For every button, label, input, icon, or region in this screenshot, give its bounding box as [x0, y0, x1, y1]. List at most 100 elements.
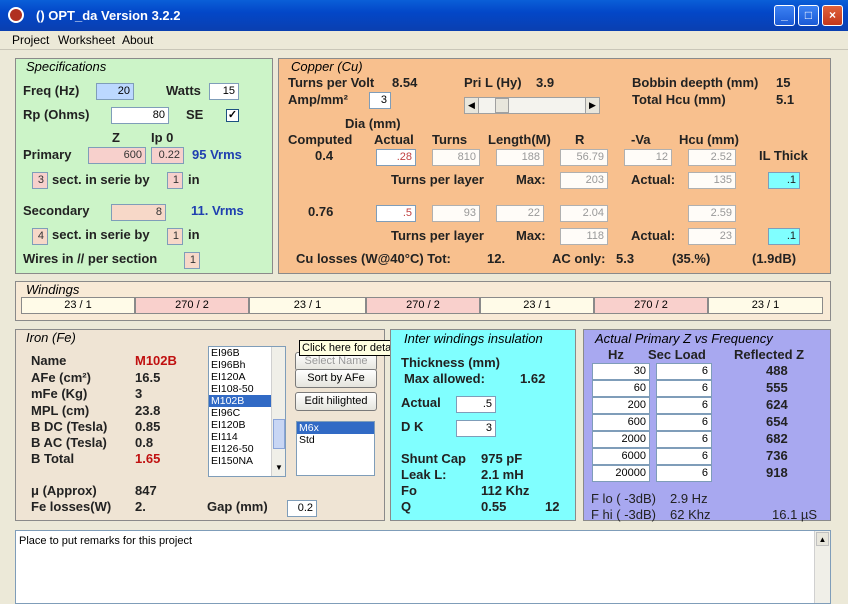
- dia-label: Dia (mm): [345, 116, 401, 131]
- insulation-actual-input[interactable]: .5: [456, 396, 496, 413]
- primary-tpl-label: Turns per layer: [391, 172, 484, 187]
- sec-load-input[interactable]: 6: [656, 380, 712, 397]
- mu-label: μ (Approx): [31, 483, 97, 498]
- bobbin-value: 15: [776, 75, 791, 90]
- secondary-act-field: 23: [688, 228, 736, 245]
- watts-input[interactable]: 15: [209, 83, 239, 100]
- chevron-down-icon[interactable]: ▼: [273, 462, 285, 474]
- sec-load-input[interactable]: 6: [656, 414, 712, 431]
- winding-cell[interactable]: 270 / 2: [135, 297, 249, 314]
- reflected-z-value: 624: [766, 397, 788, 412]
- primary-by-input[interactable]: 1: [167, 172, 183, 189]
- pri-l-slider[interactable]: ◀ ▶: [464, 97, 600, 114]
- close-button[interactable]: ×: [822, 5, 843, 26]
- bac-label: B AC (Tesla): [31, 435, 107, 450]
- primary-act-field: 135: [688, 172, 736, 189]
- remarks-textarea[interactable]: Place to put remarks for this project ▲: [15, 530, 831, 604]
- hz-input[interactable]: 600: [592, 414, 650, 431]
- panel-title: Copper (Cu): [291, 59, 363, 74]
- freq-input[interactable]: 20: [96, 83, 134, 100]
- actual-label: Actual: [401, 395, 441, 410]
- ip0-label: Ip 0: [151, 130, 174, 145]
- secondary-z-input[interactable]: 8: [111, 204, 166, 221]
- secondary-sections-input[interactable]: 4: [32, 228, 48, 245]
- pri-l-label: Pri L (Hy): [464, 75, 522, 90]
- se-checkbox[interactable]: ✓: [226, 109, 239, 122]
- primary-label: Primary: [23, 147, 72, 162]
- f-hi-label: F hi ( -3dB): [591, 507, 657, 522]
- primary-z-input[interactable]: 600: [88, 147, 146, 164]
- edit-highlighted-button[interactable]: Edit hilighted: [295, 392, 377, 411]
- q-label: Q: [401, 499, 412, 514]
- primary-il-input[interactable]: .1: [768, 172, 800, 189]
- menu-about[interactable]: About: [122, 33, 153, 47]
- secondary-label: Secondary: [23, 203, 90, 218]
- menu-worksheet[interactable]: Worksheet: [58, 33, 115, 47]
- scroll-thumb[interactable]: [273, 419, 285, 449]
- winding-cell[interactable]: 23 / 1: [249, 297, 366, 314]
- primary-max-label: Max:: [516, 172, 546, 187]
- amp-input[interactable]: 3: [369, 92, 391, 109]
- hz-input[interactable]: 30: [592, 363, 650, 380]
- mpl-value: 23.8: [135, 403, 161, 418]
- list-item[interactable]: Std: [297, 434, 374, 446]
- winding-cell[interactable]: 23 / 1: [708, 297, 823, 314]
- menu-bar: Project Worksheet About: [0, 31, 848, 50]
- sec-load-input[interactable]: 6: [656, 397, 712, 414]
- material-list[interactable]: M6x Std: [296, 421, 375, 476]
- hz-input[interactable]: 20000: [592, 465, 650, 482]
- wires-input[interactable]: 1: [184, 252, 200, 269]
- sec-load-input[interactable]: 6: [656, 448, 712, 465]
- hz-input[interactable]: 60: [592, 380, 650, 397]
- winding-cell[interactable]: 23 / 1: [21, 297, 135, 314]
- f-lo-label: F lo ( -3dB): [591, 491, 657, 506]
- reflected-z-value: 736: [766, 448, 788, 463]
- sec-load-col-label: Sec Load: [648, 347, 706, 362]
- core-list[interactable]: EI96B EI96Bh EI120A EI108-50 M102B EI96C…: [208, 346, 286, 477]
- secondary-by-input[interactable]: 1: [167, 228, 183, 245]
- watts-label: Watts: [166, 83, 201, 98]
- turns-per-volt-value: 8.54: [392, 75, 418, 90]
- freq-label: Freq (Hz): [23, 83, 80, 98]
- secondary-turns-field: 93: [432, 205, 480, 222]
- sec-load-input[interactable]: 6: [656, 465, 712, 482]
- sec-load-input[interactable]: 6: [656, 363, 712, 380]
- secondary-hcu-field: 2.59: [688, 205, 736, 222]
- dk-input[interactable]: 3: [456, 420, 496, 437]
- f-lo-value: 2.9 Hz: [670, 491, 708, 506]
- secondary-max-label: Max:: [516, 228, 546, 243]
- winding-cell[interactable]: 270 / 2: [594, 297, 708, 314]
- core-name: M102B: [135, 353, 177, 368]
- remarks-scrollbar[interactable]: ▲: [814, 531, 830, 603]
- secondary-il-input[interactable]: .1: [768, 228, 800, 245]
- hz-input[interactable]: 200: [592, 397, 650, 414]
- winding-cell[interactable]: 270 / 2: [366, 297, 480, 314]
- list-item-selected[interactable]: M6x: [297, 422, 374, 434]
- sort-by-afe-button[interactable]: Sort by AFe: [295, 369, 377, 388]
- secondary-actual-input[interactable]: .5: [376, 205, 416, 222]
- iron-panel: Iron (Fe) Name M102B AFe (cm²) 16.5 mFe …: [15, 329, 385, 521]
- primary-actual-input[interactable]: .28: [376, 149, 416, 166]
- arrow-left-icon[interactable]: ◀: [465, 98, 479, 113]
- mfe-value: 3: [135, 386, 143, 401]
- menu-project[interactable]: Project: [12, 33, 49, 47]
- hz-input[interactable]: 6000: [592, 448, 650, 465]
- core-list-scrollbar[interactable]: ▼: [271, 347, 285, 476]
- gap-input[interactable]: 0.2: [287, 500, 317, 517]
- arrow-right-icon[interactable]: ▶: [585, 98, 599, 113]
- btotal-value: 1.65: [135, 451, 161, 466]
- primary-sections-input[interactable]: 3: [32, 172, 48, 189]
- maximize-button[interactable]: □: [798, 5, 819, 26]
- winding-cell[interactable]: 23 / 1: [480, 297, 594, 314]
- slider-thumb[interactable]: [495, 98, 509, 113]
- minimize-button[interactable]: _: [774, 5, 795, 26]
- hz-input[interactable]: 2000: [592, 431, 650, 448]
- total-hcu-label: Total Hcu (mm): [632, 92, 726, 107]
- va-col-label: -Va: [631, 132, 651, 147]
- sec-load-input[interactable]: 6: [656, 431, 712, 448]
- f-hi-value: 62 Khz: [670, 507, 711, 522]
- rp-input[interactable]: 80: [111, 107, 169, 124]
- secondary-in-label: in: [188, 227, 200, 242]
- panel-title: Inter windings insulation: [404, 331, 543, 346]
- chevron-up-icon[interactable]: ▲: [816, 532, 829, 546]
